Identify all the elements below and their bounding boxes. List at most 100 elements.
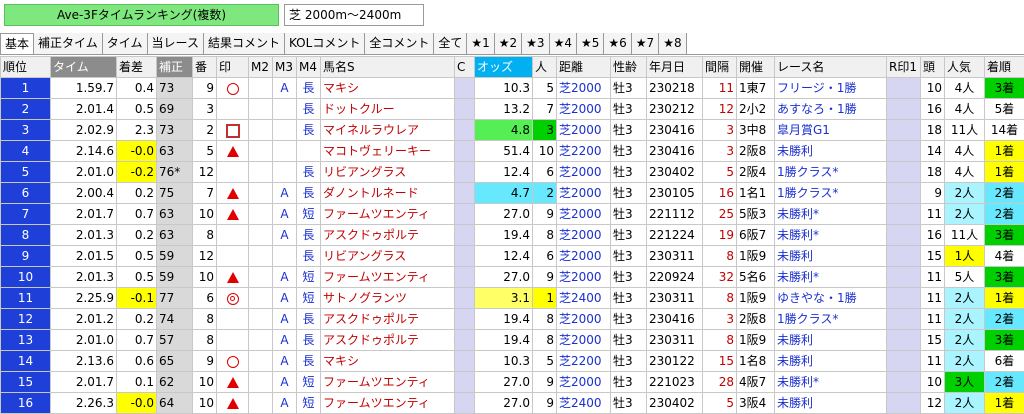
mark-cell [217, 225, 249, 246]
tab-0[interactable]: 基本 [0, 33, 34, 54]
table-row[interactable]: 152.01.70.16210A短ファームツエンティ27.09芝2000牡322… [1, 372, 1024, 393]
table-row[interactable]: 112.25.9-0.1776A短サトノグランツ3.11芝2400牡323031… [1, 288, 1024, 309]
tab-12[interactable]: ★5 [577, 33, 604, 54]
table-row[interactable]: 102.01.30.55910A短ファームツエンティ27.09芝2000牡322… [1, 267, 1024, 288]
circle-mark-icon [227, 356, 239, 368]
tab-14[interactable]: ★7 [632, 33, 659, 54]
tab-13[interactable]: ★6 [604, 33, 631, 54]
table-row[interactable]: 22.01.40.5693長ドットクルー13.27芝2000牡323021212… [1, 99, 1024, 120]
table-row[interactable]: 142.13.60.6659A長マキシ10.35芝2200牡3230122151… [1, 351, 1024, 372]
hosei-cell: 77 [157, 288, 193, 309]
diff-cell: 0.4 [117, 78, 157, 99]
top-toolbar: Ave-3Fタイムランキング(複数) 芝 2000m～2400m [0, 0, 1024, 31]
m3-cell [273, 141, 297, 162]
race-name-cell: 未勝利 [775, 330, 887, 351]
column-header[interactable]: C [455, 57, 475, 78]
column-header[interactable]: 性齢 [611, 57, 647, 78]
tab-5[interactable]: KOLコメント [285, 33, 365, 54]
finish-cell: 5着 [985, 99, 1024, 120]
column-header[interactable]: タイム [51, 57, 117, 78]
date-cell: 221023 [647, 372, 703, 393]
table-row[interactable]: 42.14.6-0.0635マコトヴェリーキー51.410芝2200牡32304… [1, 141, 1024, 162]
tab-15[interactable]: ★8 [659, 33, 686, 54]
diff-cell: 0.2 [117, 225, 157, 246]
tab-1[interactable]: 補正タイム [34, 33, 103, 54]
column-header[interactable]: 順位 [1, 57, 51, 78]
r-mark-cell [887, 183, 921, 204]
column-header[interactable]: 番 [193, 57, 217, 78]
column-header[interactable]: 開催 [737, 57, 775, 78]
finish-cell: 4着 [985, 246, 1024, 267]
column-header[interactable]: オッズ [475, 57, 533, 78]
meeting-cell: 2阪8 [737, 309, 775, 330]
table-row[interactable]: 132.01.00.7578A長アスクドゥポルテ19.48芝2000牡32303… [1, 330, 1024, 351]
column-header[interactable]: M4 [297, 57, 321, 78]
field-size-cell: 11 [921, 351, 945, 372]
tab-7[interactable]: 全て [434, 33, 467, 54]
field-size-cell: 11 [921, 204, 945, 225]
table-row[interactable]: 72.01.70.76310A短ファームツエンティ27.09芝2000牡3221… [1, 204, 1024, 225]
time-cell: 2.13.6 [51, 351, 117, 372]
diff-cell: 0.2 [117, 183, 157, 204]
column-header[interactable]: 人 [533, 57, 557, 78]
race-name-cell: 未勝利 [775, 246, 887, 267]
ranking-type-button[interactable]: Ave-3Fタイムランキング(複数) [4, 4, 279, 26]
column-header[interactable]: 着差 [117, 57, 157, 78]
tab-2[interactable]: タイム [103, 33, 148, 54]
tab-9[interactable]: ★2 [495, 33, 522, 54]
m4-cell: 長 [297, 183, 321, 204]
tab-11[interactable]: ★4 [550, 33, 577, 54]
m2-cell [249, 351, 273, 372]
table-row[interactable]: 32.02.92.3732長マイネルラウレア4.83芝2000牡32304163… [1, 120, 1024, 141]
column-header[interactable]: 間隔 [703, 57, 737, 78]
hosei-cell: 73 [157, 78, 193, 99]
field-size-cell: 18 [921, 120, 945, 141]
diff-cell: 0.5 [117, 267, 157, 288]
column-header[interactable]: 印 [217, 57, 249, 78]
column-header[interactable]: 年月日 [647, 57, 703, 78]
m4-cell: 短 [297, 204, 321, 225]
table-row[interactable]: 52.01.0-0.276*12長リビアングラス12.46芝2000牡32304… [1, 162, 1024, 183]
table-row[interactable]: 82.01.30.2638A長アスクドゥポルテ19.48芝2000牡322122… [1, 225, 1024, 246]
finish-cell: 2着 [985, 204, 1024, 225]
tab-10[interactable]: ★3 [522, 33, 549, 54]
table-row[interactable]: 92.01.50.55912長リビアングラス12.46芝2000牡3230311… [1, 246, 1024, 267]
distance-filter-field[interactable]: 芝 2000m～2400m [284, 4, 424, 26]
column-header[interactable]: 補正 [157, 57, 193, 78]
popularity-cell: 7 [533, 99, 557, 120]
table-row[interactable]: 122.01.20.2748A長アスクドゥポルテ19.48芝2000牡32304… [1, 309, 1024, 330]
tab-6[interactable]: 全コメント [365, 33, 434, 54]
horse-number-cell: 12 [193, 162, 217, 183]
column-header[interactable]: レース名 [775, 57, 887, 78]
table-row[interactable]: 11.59.70.4739A長マキシ10.35芝2000牡3230218111東… [1, 78, 1024, 99]
column-header[interactable]: M2 [249, 57, 273, 78]
mark-cell [217, 78, 249, 99]
race-name-cell: あすなろ・1勝 [775, 99, 887, 120]
m2-cell [249, 78, 273, 99]
m4-cell: 長 [297, 225, 321, 246]
tab-8[interactable]: ★1 [467, 33, 494, 54]
m2-cell [249, 309, 273, 330]
column-header[interactable]: 馬名S [321, 57, 455, 78]
time-cell: 2.01.0 [51, 330, 117, 351]
column-header[interactable]: 距離 [557, 57, 611, 78]
column-header[interactable]: 頭 [921, 57, 945, 78]
column-header[interactable]: 着順 [985, 57, 1024, 78]
distance-cell: 芝2400 [557, 288, 611, 309]
table-row[interactable]: 62.00.40.2757A長ダノントルネード4.72芝2000牡3230105… [1, 183, 1024, 204]
sex-age-cell: 牡3 [611, 267, 647, 288]
table-row[interactable]: 162.26.3-0.06410A短ファームツエンティ27.09芝2400牡32… [1, 393, 1024, 414]
column-header[interactable]: M3 [273, 57, 297, 78]
column-header[interactable]: 人気 [945, 57, 985, 78]
sex-age-cell: 牡3 [611, 309, 647, 330]
diff-cell: 0.6 [117, 351, 157, 372]
tab-3[interactable]: 当レース [148, 33, 204, 54]
mark-cell [217, 141, 249, 162]
time-cell: 1.59.7 [51, 78, 117, 99]
mark-cell [217, 120, 249, 141]
tab-4[interactable]: 結果コメント [204, 33, 285, 54]
horse-number-cell: 10 [193, 204, 217, 225]
m2-cell [249, 246, 273, 267]
column-header[interactable]: R印1 [887, 57, 921, 78]
horse-name-cell: ファームツエンティ [321, 204, 455, 225]
